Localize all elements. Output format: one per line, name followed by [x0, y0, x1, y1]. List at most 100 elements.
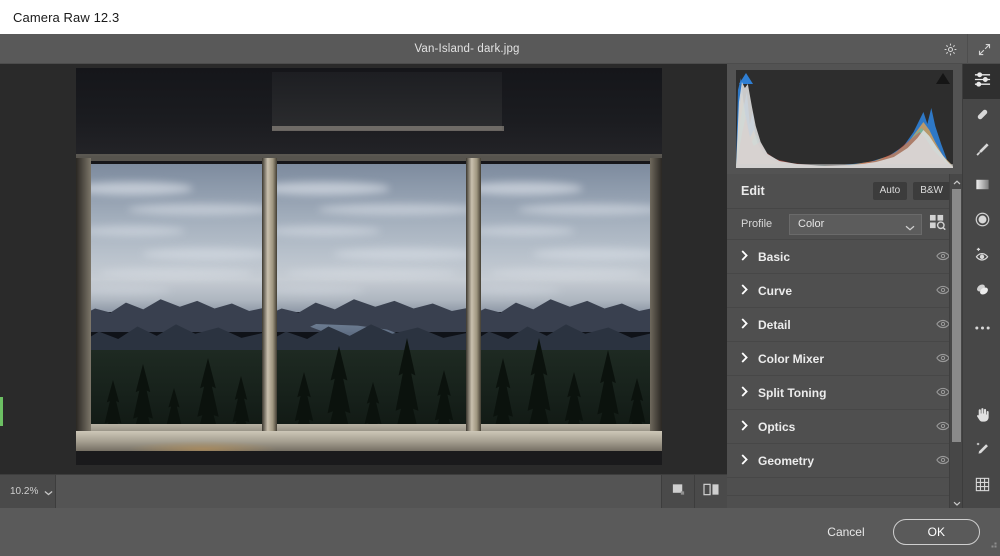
before-after-view-button[interactable]: [694, 474, 727, 509]
photo-window-mullion: [262, 158, 277, 450]
eyedropper-icon: [974, 441, 991, 463]
eye-icon[interactable]: [936, 452, 950, 470]
edit-sliders-tool[interactable]: [963, 64, 1000, 99]
os-titlebar: Camera Raw 12.3: [0, 0, 1000, 34]
photo-foreground-shadow: [76, 451, 662, 465]
more-options-button[interactable]: [963, 309, 1000, 344]
tool-rail: [962, 64, 1000, 508]
chevron-down-icon: [44, 483, 53, 501]
zoom-level-control[interactable]: 10.2%: [0, 474, 55, 509]
profile-select[interactable]: Color: [789, 213, 922, 235]
app-title: Camera Raw 12.3: [13, 9, 120, 25]
chevron-right-icon: [741, 350, 748, 368]
browse-profiles-icon: [929, 214, 946, 235]
resize-grip[interactable]: [988, 535, 997, 553]
photo-preview[interactable]: [76, 68, 662, 465]
ok-button[interactable]: OK: [892, 519, 980, 545]
healing-brush-icon: [974, 106, 991, 128]
sidebar-item-partial[interactable]: [727, 478, 962, 496]
photo-sky: [480, 164, 652, 312]
sidebar-item-curve[interactable]: Curve: [727, 274, 962, 308]
eye-icon[interactable]: [936, 418, 950, 436]
histogram-plot: [736, 70, 953, 168]
auto-button[interactable]: Auto: [872, 182, 908, 200]
red-eye-tool[interactable]: [963, 239, 1000, 274]
edit-panel-header: Edit Auto B&W: [727, 174, 962, 208]
camera-raw-window: Camera Raw 12.3 Van-Island- dark.jpg 10.…: [0, 0, 1000, 556]
settings-button[interactable]: [934, 34, 967, 64]
cancel-button[interactable]: Cancel: [817, 519, 874, 545]
dialog-footer: Cancel OK: [0, 508, 1000, 556]
bw-button[interactable]: B&W: [913, 182, 950, 200]
spot-removal-tool[interactable]: [963, 99, 1000, 134]
document-title: Van-Island- dark.jpg: [414, 42, 520, 55]
profile-label: Profile: [741, 218, 773, 230]
grid-crop-icon: [974, 476, 991, 498]
section-label: Optics: [758, 419, 796, 434]
section-label: Color Mixer: [758, 351, 825, 366]
sidebar-item-basic[interactable]: Basic: [727, 240, 962, 274]
hand-tool[interactable]: [963, 399, 1000, 434]
edge-accent-marker: [0, 397, 3, 426]
adjustment-brush-tool[interactable]: [963, 134, 1000, 169]
chevron-right-icon: [741, 316, 748, 334]
gradient-square-icon: [974, 176, 991, 198]
sidebar-item-color-mixer[interactable]: Color Mixer: [727, 342, 962, 376]
sidebar-item-geometry[interactable]: Geometry: [727, 444, 962, 478]
histogram-panel[interactable]: [727, 64, 962, 174]
paintbrush-icon: [974, 141, 991, 163]
white-balance-tool[interactable]: [963, 434, 1000, 469]
red-eye-icon: [974, 246, 991, 268]
photo-window-jamb-right: [650, 158, 662, 450]
eye-icon[interactable]: [936, 248, 950, 266]
fullscreen-button[interactable]: [967, 34, 1000, 64]
profile-value: Color: [798, 218, 825, 230]
chevron-down-icon: [905, 222, 915, 234]
photo-window-right: [480, 164, 652, 442]
eye-icon[interactable]: [936, 350, 950, 368]
image-canvas[interactable]: [0, 64, 727, 474]
single-view-button[interactable]: [661, 474, 694, 509]
header-icon-group: [934, 34, 1000, 64]
profile-row: Profile Color: [727, 208, 962, 240]
section-label: Detail: [758, 317, 791, 332]
before-after-view-icon: [702, 482, 720, 502]
overlapping-ovals-icon: [974, 281, 991, 303]
scrollbar-thumb[interactable]: [952, 189, 961, 442]
photo-sky: [90, 164, 262, 312]
gear-icon: [943, 42, 958, 57]
browse-profiles-button[interactable]: [922, 214, 952, 235]
snapshots-tool[interactable]: [963, 274, 1000, 309]
sidebar-item-detail[interactable]: Detail: [727, 308, 962, 342]
section-label: Curve: [758, 283, 793, 298]
section-label: Geometry: [758, 453, 815, 468]
sidebar-item-optics[interactable]: Optics: [727, 410, 962, 444]
eye-icon[interactable]: [936, 316, 950, 334]
chevron-right-icon: [741, 452, 748, 470]
radial-filter-tool[interactable]: [963, 204, 1000, 239]
eye-icon[interactable]: [936, 384, 950, 402]
app-header: Van-Island- dark.jpg: [0, 34, 1000, 64]
crop-tool[interactable]: [963, 469, 1000, 504]
chevron-right-icon: [741, 248, 748, 266]
section-label: Split Toning: [758, 385, 827, 400]
toolbar-spacer: [55, 474, 661, 509]
radial-circle-icon: [974, 211, 991, 233]
edit-panel-scroll-content: Edit Auto B&W Profile Color Basic Curve …: [727, 174, 962, 508]
eye-icon[interactable]: [936, 282, 950, 300]
chevron-right-icon: [741, 384, 748, 402]
photo-sky: [276, 164, 466, 312]
chevron-right-icon: [741, 418, 748, 436]
photo-ceiling-beam: [76, 154, 662, 161]
chevron-right-icon: [741, 282, 748, 300]
photo-window-left: [90, 164, 262, 442]
panel-scrollbar[interactable]: [949, 174, 962, 508]
ellipsis-icon: [974, 318, 991, 336]
photo-window-jamb-left: [76, 158, 91, 450]
sidebar-item-split-toning[interactable]: Split Toning: [727, 376, 962, 410]
tool-rail-bottom-group: [963, 399, 1000, 504]
graduated-filter-tool[interactable]: [963, 169, 1000, 204]
histogram-curve: [736, 78, 953, 168]
edit-panel: Edit Auto B&W Profile Color Basic Curve …: [727, 64, 962, 508]
expand-arrows-icon: [977, 42, 992, 57]
